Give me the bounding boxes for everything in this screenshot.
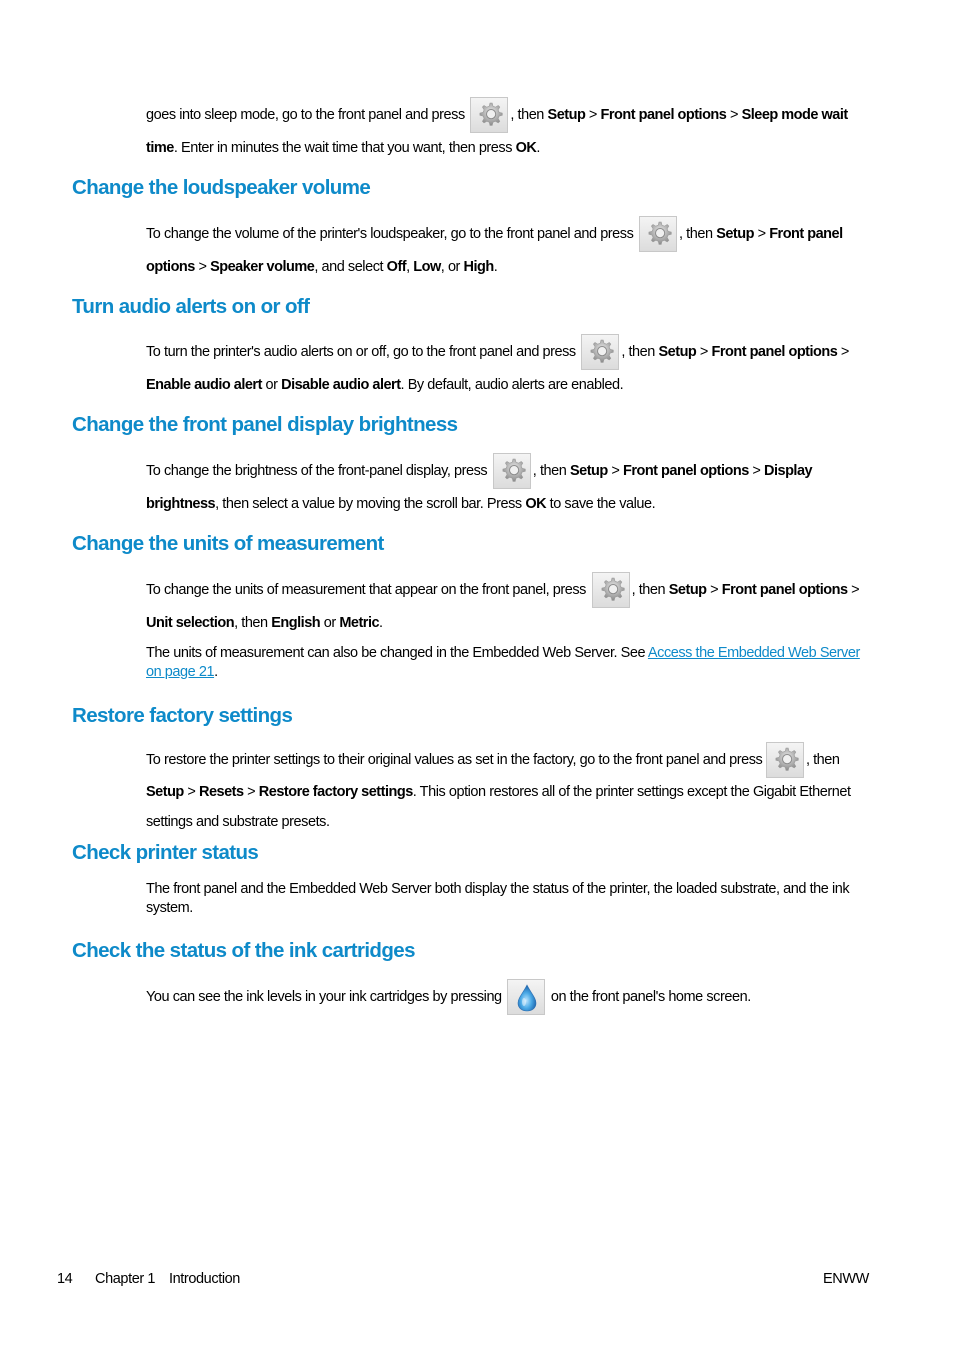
- text: or: [323, 615, 336, 631]
- text: .: [214, 664, 218, 680]
- units-ews-paragraph: The units of measurement can also be cha…: [146, 644, 868, 682]
- separator: >: [198, 259, 207, 275]
- option-high: High: [463, 259, 495, 275]
- restore-paragraph: To restore the printer settings to their…: [146, 742, 868, 837]
- text: , then: [234, 615, 268, 631]
- text: , then: [532, 462, 567, 479]
- gear-icon: [765, 742, 804, 778]
- menu-setup: Setup: [716, 225, 754, 242]
- separator: >: [851, 581, 860, 598]
- separator: >: [710, 581, 719, 598]
- heading-restore-factory-settings: Restore factory settings: [72, 704, 293, 727]
- menu-front-panel-options: Front panel options: [600, 106, 727, 123]
- text: , or: [440, 259, 461, 275]
- text: . Enter in minutes the wait time that yo…: [173, 140, 513, 156]
- text: .: [493, 259, 498, 275]
- option-metric: Metric: [339, 615, 380, 631]
- text: The units of measurement can also be cha…: [146, 645, 646, 661]
- menu-front-panel-options: Front panel options: [622, 462, 749, 479]
- footer-locale: ENWW: [823, 1271, 869, 1287]
- menu-setup: Setup: [146, 784, 184, 800]
- menu-speaker-volume: Speaker volume: [210, 259, 315, 275]
- menu-resets: Resets: [199, 784, 244, 800]
- gear-icon: [581, 334, 620, 370]
- separator: >: [757, 225, 766, 242]
- text: To change the brightness of the front-pa…: [146, 462, 488, 479]
- menu-front-panel-options: Front panel options: [711, 343, 838, 360]
- key-ok: OK: [515, 140, 537, 156]
- text: , then select a value by moving the scro…: [215, 496, 522, 512]
- separator: >: [588, 106, 597, 123]
- audio-alerts-paragraph: To turn the printer's audio alerts on or…: [146, 334, 868, 401]
- text: To turn the printer's audio alerts on or…: [146, 343, 576, 360]
- separator: >: [187, 784, 196, 800]
- text: to save the value.: [549, 496, 656, 512]
- separator: >: [611, 462, 620, 479]
- text: , then: [510, 106, 544, 123]
- separator: >: [752, 462, 761, 479]
- menu-setup: Setup: [658, 343, 697, 360]
- menu-restore-factory-settings: Restore factory settings: [258, 784, 414, 800]
- text: To change the volume of the printer's lo…: [146, 225, 634, 242]
- text: , then: [679, 225, 713, 242]
- option-off: Off: [386, 259, 407, 275]
- option-english: English: [271, 615, 321, 631]
- text: To change the units of measurement that …: [146, 581, 586, 598]
- text: , then: [805, 751, 840, 768]
- menu-setup: Setup: [668, 581, 707, 598]
- heading-loudspeaker-volume: Change the loudspeaker volume: [72, 176, 371, 199]
- menu-enable-audio-alert: Enable audio alert: [146, 377, 262, 393]
- heading-audio-alerts: Turn audio alerts on or off: [72, 295, 310, 318]
- heading-display-brightness: Change the front panel display brightnes…: [72, 413, 458, 436]
- ink-drop-icon: [507, 979, 546, 1015]
- text: . By default, audio alerts are enabled.: [400, 377, 624, 393]
- heading-check-printer-status: Check printer status: [72, 841, 259, 864]
- separator: >: [840, 343, 849, 360]
- text: , then: [621, 343, 655, 360]
- gear-icon: [639, 216, 677, 252]
- footer-chapter-title: Introduction: [169, 1271, 240, 1287]
- loudspeaker-paragraph: To change the volume of the printer's lo…: [146, 216, 868, 283]
- separator: >: [729, 106, 738, 123]
- ink-cartridges-paragraph: You can see the ink levels in your ink c…: [146, 979, 868, 1015]
- text: on the front panel's home screen.: [550, 988, 751, 1005]
- key-ok: OK: [525, 496, 547, 512]
- text: goes into sleep mode, go to the front pa…: [146, 106, 465, 123]
- text: To restore the printer settings to their…: [146, 751, 763, 768]
- document-page: goes into sleep mode, go to the front pa…: [0, 0, 954, 1350]
- gear-icon: [591, 572, 630, 608]
- option-low: Low: [413, 259, 441, 275]
- heading-ink-cartridge-status: Check the status of the ink cartridges: [72, 939, 415, 962]
- sleep-mode-paragraph: goes into sleep mode, go to the front pa…: [146, 97, 868, 164]
- brightness-paragraph: To change the brightness of the front-pa…: [146, 453, 868, 520]
- gear-icon: [470, 97, 509, 133]
- printer-status-paragraph: The front panel and the Embedded Web Ser…: [146, 880, 868, 918]
- text: The front panel and the Embedded Web Ser…: [146, 881, 850, 916]
- text: , then: [631, 581, 666, 598]
- separator: >: [247, 784, 256, 800]
- footer-chapter: Chapter 1: [95, 1271, 156, 1287]
- menu-setup: Setup: [569, 462, 608, 479]
- separator: >: [699, 343, 708, 360]
- menu-front-panel-options: Front panel options: [721, 581, 848, 598]
- text: .: [379, 615, 383, 631]
- text: , and select: [314, 259, 384, 275]
- menu-unit-selection: Unit selection: [146, 615, 235, 631]
- menu-setup: Setup: [547, 106, 586, 123]
- menu-disable-audio-alert: Disable audio alert: [281, 377, 401, 393]
- text: or: [265, 377, 278, 393]
- text: .: [536, 140, 540, 156]
- gear-icon: [492, 453, 531, 489]
- text: You can see the ink levels in your ink c…: [146, 988, 502, 1005]
- heading-units-of-measurement: Change the units of measurement: [72, 532, 384, 555]
- page-number: 14: [57, 1271, 73, 1287]
- units-paragraph: To change the units of measurement that …: [146, 572, 868, 639]
